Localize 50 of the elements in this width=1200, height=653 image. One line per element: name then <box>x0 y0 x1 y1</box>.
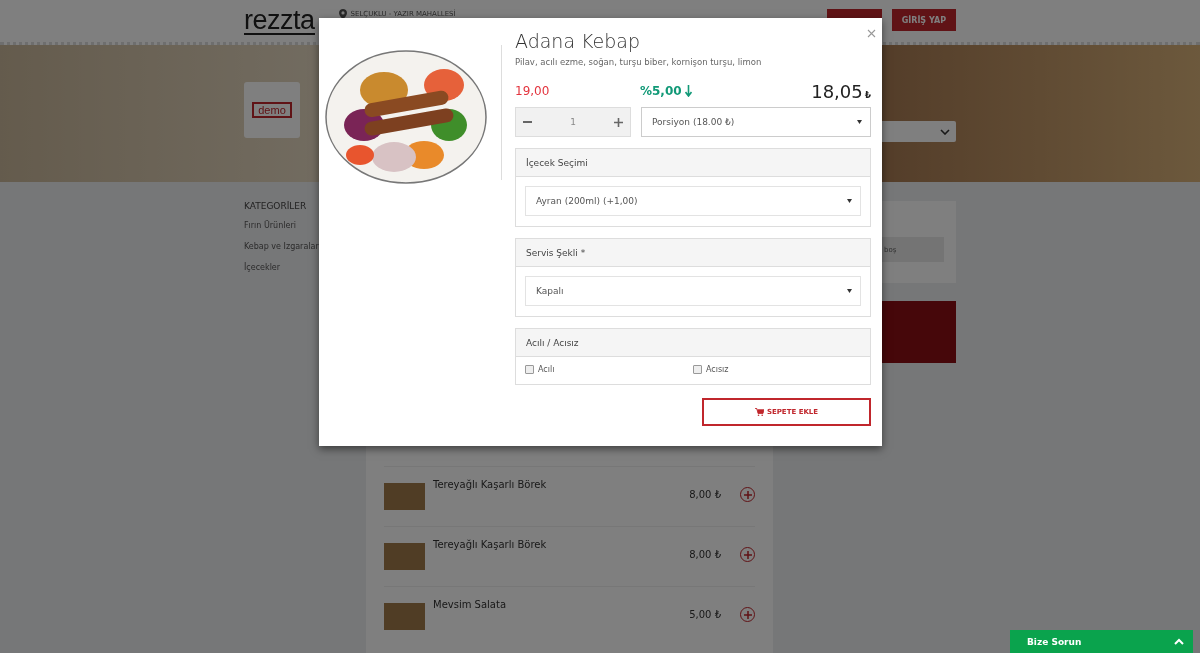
price: 18,05 <box>811 80 863 102</box>
close-button[interactable] <box>867 29 876 38</box>
checkbox[interactable] <box>525 365 534 374</box>
product-name: Tereyağlı Kaşarlı Börek <box>433 539 548 550</box>
product-price: 5,00 ₺ <box>689 609 721 620</box>
old-price: 19,00 <box>515 84 551 98</box>
brand-logo: demo <box>252 102 292 118</box>
chevron-down-icon <box>940 128 950 135</box>
dropdown-arrow-icon <box>857 120 862 124</box>
plus-icon <box>743 490 752 499</box>
product-price: 8,00 ₺ <box>689 549 721 560</box>
photo-placeholder <box>384 543 425 570</box>
product-price: 8,00 ₺ <box>689 489 721 500</box>
plus-icon <box>743 550 752 559</box>
product-title: Adana Kebap <box>515 29 642 53</box>
checkbox-label: Acılı <box>538 365 555 374</box>
option-select[interactable]: Kapalı <box>525 276 861 306</box>
option-group-title: Servis Şekli * <box>526 247 586 258</box>
plus-icon <box>743 610 752 619</box>
add-button[interactable] <box>740 547 755 562</box>
dropdown-arrow-icon <box>847 199 852 203</box>
close-icon <box>867 29 876 38</box>
option-group-title: İçecek Seçimi <box>526 157 588 168</box>
photo-placeholder <box>384 603 425 630</box>
quantity-value: 1 <box>570 117 576 127</box>
product-name: Mevsim Salata <box>433 599 508 610</box>
dropdown-arrow-icon <box>847 289 852 293</box>
option-group-title: Acılı / Acısız <box>526 337 579 348</box>
portion-select[interactable]: Porsiyon (18.00 ₺) <box>641 107 871 137</box>
checkbox[interactable] <box>693 365 702 374</box>
logo[interactable]: rezzta <box>244 7 315 35</box>
arrow-down-icon <box>684 85 692 97</box>
cart-icon <box>754 408 764 416</box>
chat-bar-label: Bize Sorun <box>1027 636 1082 647</box>
login-button[interactable]: GİRİŞ YAP <box>891 9 956 31</box>
sidebar-title: KATEGORİLER <box>244 201 308 211</box>
chat-bar[interactable]: Bize Sorun <box>1010 630 1193 653</box>
currency-sign: ₺ <box>864 89 871 100</box>
location-pin-icon <box>338 9 347 19</box>
option-select[interactable]: Ayran (200ml) (+1,00) <box>525 186 861 216</box>
checkbox-label: Acısız <box>706 365 729 374</box>
product-description: Pilav, acılı ezme, soğan, turşu biber, kornişon turşu, limon <box>515 57 763 67</box>
select-field[interactable] <box>880 121 956 142</box>
add-button[interactable] <box>740 607 755 622</box>
plus-icon <box>614 117 624 127</box>
add-button[interactable] <box>740 487 755 502</box>
discount-rate: %5,00 <box>640 84 682 98</box>
photo-placeholder <box>384 483 425 510</box>
minus-icon <box>522 121 532 123</box>
product-name: Tereyağlı Kaşarlı Börek <box>433 479 548 490</box>
